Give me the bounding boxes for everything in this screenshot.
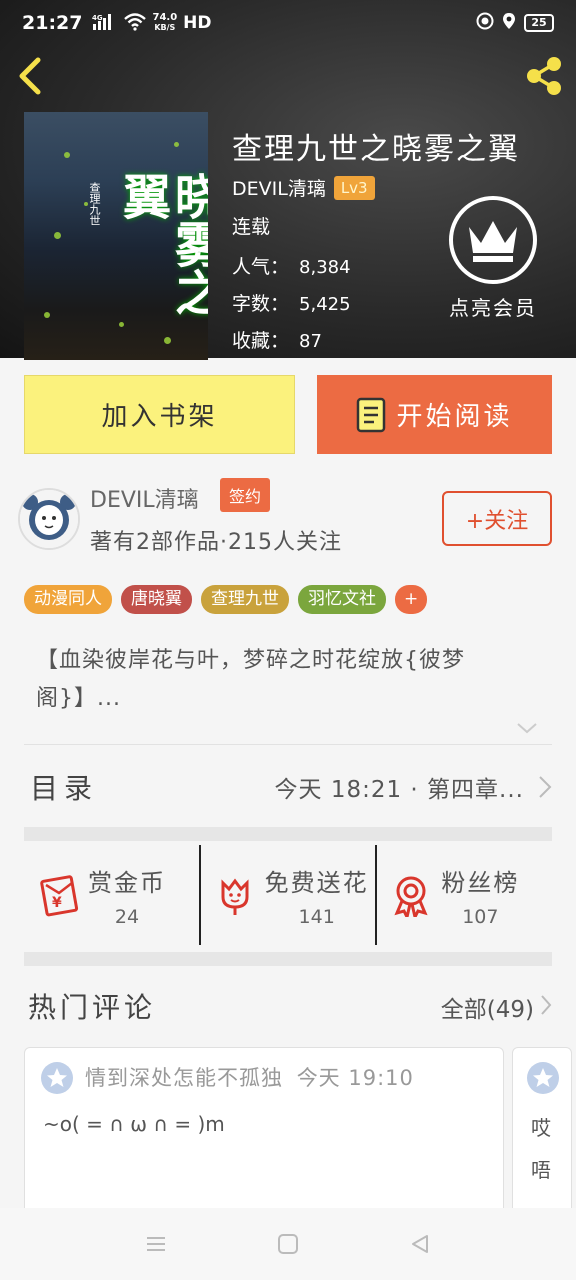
chevron-right-icon <box>539 776 552 798</box>
tag-list: 动漫同人 唐晓翼 查理九世 羽忆文社 + <box>24 585 428 614</box>
signal-icon: 4G <box>92 13 118 34</box>
stat-favorites: 收藏： 87 <box>232 330 322 352</box>
tag-item[interactable]: 羽忆文社 <box>298 585 386 614</box>
signed-badge: 签约 <box>220 478 271 512</box>
serial-status: 连载 <box>232 216 271 238</box>
wifi-icon <box>124 12 147 34</box>
share-icon <box>527 57 561 95</box>
comment-body: 唔 <box>531 1158 551 1182</box>
vip-button[interactable]: 点亮会员 <box>440 196 546 326</box>
toc-label: 目录 <box>30 772 99 805</box>
svg-text:¥: ¥ <box>52 895 62 911</box>
start-reading-button[interactable]: 开始阅读 <box>317 375 552 454</box>
svg-text:4G: 4G <box>92 14 103 22</box>
follow-button[interactable]: +关注 <box>442 491 552 546</box>
book-title: 查理九世之晓雾之翼 <box>232 132 520 167</box>
medal-icon <box>394 876 428 917</box>
hot-comments-title: 热门评论 <box>28 991 157 1024</box>
status-time: 21:27 <box>22 12 83 34</box>
network-speed: 74.0 KB/S <box>152 12 178 33</box>
section-separator <box>24 952 552 966</box>
battery-icon: 25 <box>524 14 554 32</box>
system-nav-bar <box>0 1208 576 1280</box>
tag-item[interactable]: 唐晓翼 <box>121 585 192 614</box>
reward-fans[interactable]: 粉丝榜 107 <box>375 845 552 945</box>
book-icon <box>357 397 386 432</box>
start-reading-label: 开始阅读 <box>396 402 513 432</box>
add-tag-button[interactable]: + <box>395 585 428 614</box>
comment-card[interactable]: 情到深处怎能不孤独 今天 19:10 ~o( = ∩ ω ∩ = )m <box>24 1047 504 1217</box>
star-badge-icon <box>527 1062 559 1094</box>
comment-body: 哎 <box>531 1116 551 1140</box>
all-comments-link[interactable]: 全部(49) <box>441 990 534 1024</box>
comment-body: ~o( = ∩ ω ∩ = )m <box>43 1112 225 1136</box>
tag-item[interactable]: 查理九世 <box>201 585 289 614</box>
share-button[interactable] <box>522 54 566 98</box>
home-icon[interactable] <box>277 1233 299 1255</box>
avatar[interactable] <box>18 488 80 550</box>
red-envelope-icon: ¥ <box>40 875 79 917</box>
add-to-shelf-button[interactable]: 加入书架 <box>24 375 295 454</box>
latest-chapter: 今天 18:21 · 第四章... <box>274 777 524 803</box>
author-name[interactable]: DEVIL清璃 <box>232 174 326 201</box>
comment-time: 今天 19:10 <box>296 1066 414 1090</box>
chevron-right-icon <box>541 995 552 1015</box>
reward-coins[interactable]: ¥ 赏金币 24 <box>24 845 199 945</box>
crown-icon <box>449 196 537 284</box>
comment-user[interactable]: 情到深处怎能不孤独 <box>85 1066 283 1090</box>
author-meta: 著有2部作品·215人关注 <box>90 530 342 555</box>
back-arrow-icon <box>19 57 41 95</box>
reward-flowers[interactable]: 免费送花 141 <box>198 845 376 945</box>
cover-title: 晓雾之翼 <box>114 172 208 316</box>
cover-subtitle: 查理九世 <box>88 182 101 226</box>
location-icon <box>502 12 516 34</box>
book-intro[interactable]: 【血染彼岸花与叶，梦碎之时花绽放{彼梦阁}】... <box>36 642 536 718</box>
menu-icon[interactable] <box>145 1235 167 1253</box>
stat-word-count: 字数： 5,425 <box>232 293 351 315</box>
level-badge: Lv3 <box>333 175 375 200</box>
back-icon[interactable] <box>409 1233 431 1255</box>
back-button[interactable] <box>14 54 50 98</box>
record-icon <box>476 12 494 34</box>
rewards-row: ¥ 赏金币 24 免费送花 141 粉丝榜 107 <box>24 845 552 945</box>
tag-item[interactable]: 动漫同人 <box>24 585 112 614</box>
book-header: 21:27 4G 74.0 KB/S HD 25 查理九世 晓雾之翼 查理九世之… <box>0 0 576 360</box>
author-section-name[interactable]: DEVIL清璃 <box>90 482 199 514</box>
expand-chevron-icon[interactable] <box>516 720 538 739</box>
status-bar: 21:27 4G 74.0 KB/S HD 25 <box>0 0 576 46</box>
vip-label: 点亮会员 <box>449 296 537 320</box>
stat-popularity: 人气： 8,384 <box>232 256 351 278</box>
book-cover[interactable]: 查理九世 晓雾之翼 <box>24 112 208 360</box>
star-badge-icon <box>41 1062 73 1094</box>
divider <box>24 744 552 745</box>
flower-icon <box>221 878 249 915</box>
comment-card[interactable]: 哎 唔 <box>512 1047 572 1217</box>
toc-row[interactable]: 目录 今天 18:21 · 第四章... <box>24 746 552 828</box>
section-separator <box>24 827 552 841</box>
hd-indicator: HD <box>183 13 212 33</box>
